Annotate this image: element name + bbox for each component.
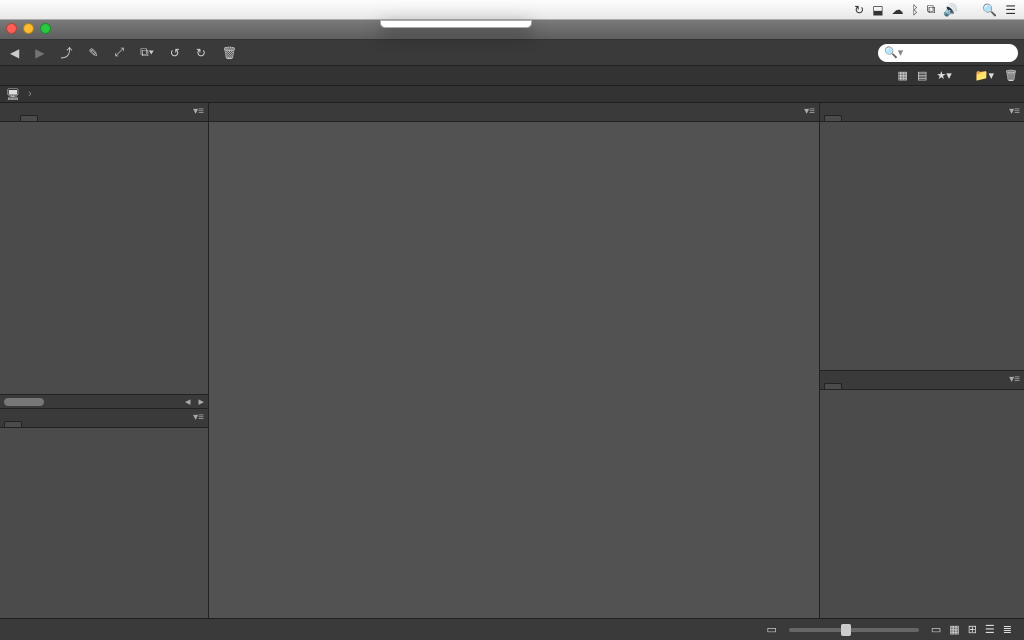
- bluetooth-icon[interactable]: ᛒ: [912, 3, 919, 17]
- view-grid-icon[interactable]: ⊞: [964, 623, 981, 636]
- filter-panel: ▾≡: [0, 408, 208, 618]
- zoom-in-icon[interactable]: ▭: [927, 623, 945, 636]
- preview-body: [820, 122, 1024, 370]
- app-toolbar: ◀ ▶ ⤴ ✎ ⤢ ⧉▾ ↺ ↻ 🗑 🔍▾: [0, 40, 1024, 66]
- rotate-cw-icon[interactable]: ↻: [192, 44, 210, 62]
- zoom-out-icon[interactable]: ▭: [762, 623, 780, 636]
- metadata-panel: ▾≡: [820, 370, 1024, 619]
- search-input[interactable]: 🔍▾: [878, 44, 1018, 62]
- scroll-left-icon[interactable]: ◂: [181, 395, 195, 408]
- folders-panel-tabs: ▾≡: [0, 103, 208, 122]
- panel-menu-icon[interactable]: ▾≡: [1009, 374, 1020, 385]
- view-mode-icons[interactable]: ▦ ▤ ★▾: [894, 69, 954, 82]
- computer-icon: 🖥: [6, 88, 20, 101]
- panel-menu-icon[interactable]: ▾≡: [804, 106, 815, 117]
- search-icon: 🔍▾: [884, 46, 903, 59]
- right-column: ▾≡ ▾≡: [819, 103, 1024, 618]
- reveal-icon[interactable]: ⤴: [56, 42, 76, 63]
- status-bar: ▭ ▭ ▦ ⊞ ☰ ≣: [0, 618, 1024, 640]
- preview-panel-tabs: ▾≡: [820, 103, 1024, 122]
- tab-collections[interactable]: [22, 422, 38, 427]
- dropbox-icon[interactable]: ⬓: [872, 3, 883, 17]
- volume-icon[interactable]: 🔊: [943, 3, 958, 17]
- tab-preview[interactable]: [824, 115, 842, 121]
- tab-folders[interactable]: [20, 115, 38, 121]
- open-icon[interactable]: ⧉▾: [136, 43, 158, 62]
- panel-menu-icon[interactable]: ▾≡: [1009, 106, 1020, 117]
- wifi-icon[interactable]: ⧉: [927, 2, 936, 17]
- filter-body[interactable]: [0, 428, 208, 618]
- tab-keywords[interactable]: [842, 384, 858, 389]
- camera-icon[interactable]: ✎: [84, 44, 102, 62]
- cloud-icon[interactable]: ☁: [892, 3, 904, 17]
- close-window-button[interactable]: [6, 23, 17, 34]
- panel-menu-icon[interactable]: ▾≡: [193, 412, 204, 423]
- tab-favorites[interactable]: [4, 116, 20, 121]
- center-column: ▾≡: [209, 103, 819, 618]
- main-area: ▾≡ ◂▸ ▾≡ ▾≡ ▾≡: [0, 103, 1024, 618]
- path-bar: 🖥 ›: [0, 86, 1024, 103]
- slider-knob[interactable]: [841, 624, 851, 636]
- scroll-right-icon[interactable]: ▸: [194, 395, 208, 408]
- grid-lock-icon[interactable]: ▦: [945, 623, 963, 636]
- window-menu-dropdown[interactable]: [380, 20, 532, 28]
- scrollbar-thumb[interactable]: [4, 398, 44, 406]
- rotate-ccw-icon[interactable]: ↺: [166, 44, 184, 62]
- content-panel-header: ▾≡: [209, 103, 819, 122]
- folder-tree[interactable]: [0, 122, 208, 394]
- trash-icon[interactable]: 🗑: [218, 44, 241, 62]
- back-button[interactable]: ◀: [6, 44, 23, 62]
- forward-button[interactable]: ▶: [31, 44, 48, 62]
- h-scrollbar[interactable]: ◂▸: [0, 394, 208, 408]
- tab-metadata[interactable]: [824, 383, 842, 389]
- refine-icon[interactable]: ⤢: [111, 43, 129, 62]
- star-filter-icon[interactable]: ★▾: [933, 70, 954, 82]
- left-column: ▾≡ ◂▸ ▾≡: [0, 103, 209, 618]
- view-list-icon[interactable]: ≣: [999, 623, 1016, 636]
- mac-menubar: ↻ ⬓ ☁ ᛒ ⧉ 🔊 🔍 ☰: [0, 0, 1024, 20]
- panel-menu-icon[interactable]: ▾≡: [193, 106, 204, 117]
- delete-icon[interactable]: 🗑: [1004, 69, 1018, 82]
- spotlight-icon[interactable]: 🔍: [982, 3, 997, 17]
- minimize-window-button[interactable]: [23, 23, 34, 34]
- tab-filter[interactable]: [4, 421, 22, 427]
- thumbnail-size-slider[interactable]: [789, 628, 919, 632]
- new-folder-icon[interactable]: 📁▾: [975, 69, 994, 82]
- sync-icon[interactable]: ↻: [854, 3, 864, 17]
- chevron-right-icon: ›: [28, 88, 32, 100]
- view-details-icon[interactable]: ☰: [981, 623, 999, 636]
- menu-list-icon[interactable]: ☰: [1005, 3, 1016, 17]
- path-crumb-computer[interactable]: 🖥 ›: [6, 88, 32, 101]
- menubar-right: ↻ ⬓ ☁ ᛒ ⧉ 🔊 🔍 ☰: [854, 2, 1016, 17]
- content-header-label: [217, 115, 229, 121]
- content-body[interactable]: [209, 122, 819, 618]
- options-bar: ▦ ▤ ★▾ 📁▾ 🗑: [0, 66, 1024, 86]
- grid-view-icon[interactable]: ▦: [894, 70, 910, 82]
- traffic-lights[interactable]: [6, 23, 51, 34]
- thumb-view-icon[interactable]: ▤: [914, 70, 930, 82]
- zoom-window-button[interactable]: [40, 23, 51, 34]
